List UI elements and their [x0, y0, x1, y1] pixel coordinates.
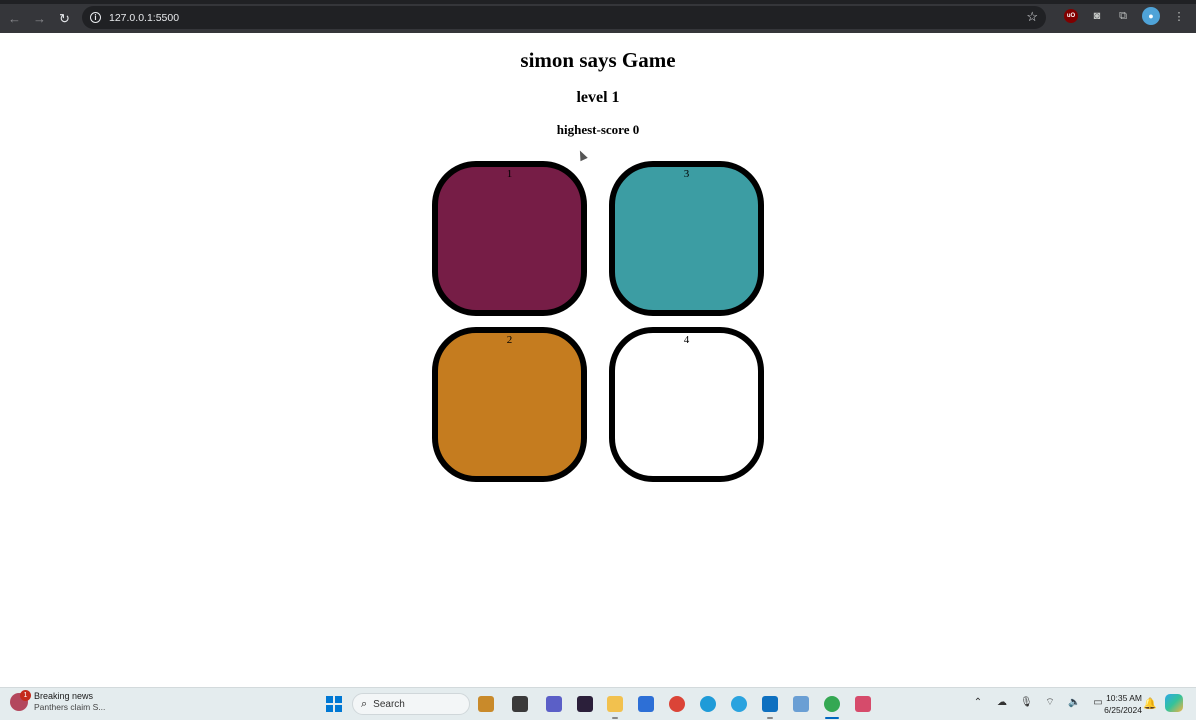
chrome-app-icon[interactable]: [669, 696, 685, 712]
game-button-4[interactable]: 4: [609, 327, 764, 482]
briefcase-app-icon[interactable]: [478, 696, 494, 712]
chrome-active-indicator: [825, 717, 839, 719]
bookmark-star-icon[interactable]: ☆: [1026, 9, 1038, 25]
windows-start-icon[interactable]: [326, 696, 342, 712]
menu-kebab-icon[interactable]: ⋮: [1172, 9, 1186, 23]
site-info-icon[interactable]: i: [90, 12, 101, 23]
file-explorer-icon[interactable]: [607, 696, 623, 712]
microsoft-store-icon[interactable]: [638, 696, 654, 712]
news-title: Breaking news: [34, 691, 94, 701]
game-button-1[interactable]: 1: [432, 161, 587, 316]
chrome-profile-app-icon[interactable]: [824, 696, 840, 712]
wifi-icon[interactable]: ⌔: [1044, 696, 1056, 709]
copilot-icon[interactable]: [1165, 694, 1183, 712]
terminal-app-icon[interactable]: [512, 696, 528, 712]
level-indicator: level 1: [576, 89, 620, 106]
snipping-tool-icon[interactable]: [855, 696, 871, 712]
page-content: simon says Game level 1 highest-score 0 …: [0, 33, 1196, 687]
file-explorer-indicator: [612, 717, 618, 719]
search-label: Search: [373, 698, 405, 710]
forward-button[interactable]: →: [27, 6, 52, 31]
arrow-left-icon: ←: [8, 11, 21, 26]
system-tray: ⌃ ☁ 🎙 ⌔ 🔈 ▭: [972, 696, 1104, 709]
microphone-icon[interactable]: 🎙: [1020, 697, 1033, 708]
onedrive-cloud-icon[interactable]: ☁: [996, 697, 1008, 708]
camera-extension-icon[interactable]: ◙: [1090, 9, 1104, 23]
telegram-app-icon[interactable]: [731, 696, 747, 712]
teams-app-icon[interactable]: [546, 696, 562, 712]
ublock-extension-icon[interactable]: uO: [1064, 9, 1078, 23]
news-widget[interactable]: 1 Breaking news Panthers claim S...: [10, 690, 106, 713]
back-button[interactable]: ←: [2, 6, 27, 31]
tab-strip: [0, 0, 1196, 4]
chevron-up-icon[interactable]: ⌃: [972, 697, 984, 708]
taskbar-search[interactable]: ⌕ Search: [352, 693, 470, 715]
search-icon: ⌕: [361, 697, 368, 710]
news-icon: 1: [10, 690, 31, 711]
vscode-indicator: [767, 717, 773, 719]
figma-app-icon[interactable]: [577, 696, 593, 712]
reload-button[interactable]: ↻: [52, 6, 77, 31]
url-text[interactable]: 127.0.0.1:5500: [109, 12, 179, 24]
arrow-right-icon: →: [33, 11, 46, 26]
browser-toolbar: ← → ↻ i 127.0.0.1:5500 ☆ uO ◙ ⧉ ● ⋮: [0, 0, 1196, 33]
clock-date: 6/25/2024: [1104, 705, 1142, 715]
address-bar[interactable]: i 127.0.0.1:5500 ☆: [82, 6, 1046, 29]
highest-score: highest-score 0: [556, 122, 640, 137]
game-title: simon says Game: [520, 48, 676, 72]
game-button-2[interactable]: 2: [432, 327, 587, 482]
mouse-cursor-icon: [576, 148, 588, 162]
notepad-app-icon[interactable]: [793, 696, 809, 712]
profile-avatar-icon[interactable]: ●: [1142, 7, 1160, 25]
taskbar-clock[interactable]: 10:35 AM 6/25/2024: [1094, 692, 1142, 716]
volume-icon[interactable]: 🔈: [1068, 697, 1080, 708]
news-subtitle: Panthers claim S...: [34, 702, 106, 712]
vscode-app-icon[interactable]: [762, 696, 778, 712]
clock-time: 10:35 AM: [1106, 693, 1142, 703]
taskbar: 1 Breaking news Panthers claim S... ⌕ Se…: [0, 687, 1196, 720]
edge-app-icon[interactable]: [700, 696, 716, 712]
notification-bell-icon[interactable]: 🔔: [1143, 697, 1157, 710]
extensions-puzzle-icon[interactable]: ⧉: [1116, 9, 1130, 23]
reload-icon: ↻: [59, 10, 70, 26]
game-button-3[interactable]: 3: [609, 161, 764, 316]
news-badge: 1: [20, 690, 31, 701]
